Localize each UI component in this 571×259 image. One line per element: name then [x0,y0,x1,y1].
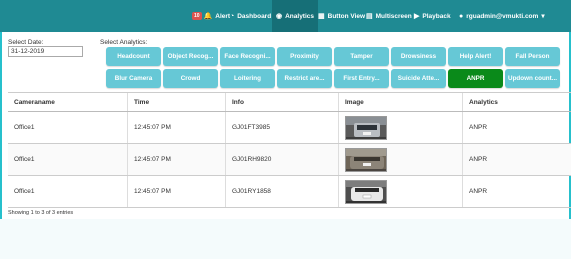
top-navbar: 10 🔔 Alert ◔ Dashboard ◉ Analytics ▦ But… [0,0,571,32]
nav-analytics[interactable]: ◉ Analytics [272,0,319,32]
analytics-button-object-recognition[interactable]: Object Recog... [163,47,218,66]
cell-image [338,176,462,207]
column-header-image[interactable]: Image [338,93,462,111]
date-field[interactable] [8,46,83,57]
analytics-button-tamper[interactable]: Tamper [334,47,389,66]
analytics-button-headcount[interactable]: Headcount [106,47,161,66]
bell-icon: 🔔 [203,12,213,20]
analytics-button-first-entry[interactable]: First Entry... [334,69,389,88]
cell-time: 12:45:07 PM [127,144,225,175]
cell-analytics: ANPR [462,176,571,207]
analytics-button-crowd[interactable]: Crowd [163,69,218,88]
column-header-analytics[interactable]: Analytics [462,93,571,111]
cell-time: 12:45:07 PM [127,176,225,207]
footer-area [0,219,571,259]
nav-button-view[interactable]: ▦ Button View [318,0,365,32]
select-date-label: Select Date: [8,39,44,46]
nav-multiscreen[interactable]: ▤ Multiscreen [366,0,412,32]
nav-analytics-label: Analytics [285,12,315,20]
analytics-button-drowsiness[interactable]: Drowsiness [391,47,446,66]
cell-image [338,144,462,175]
cell-info: GJ01RH9820 [225,144,338,175]
analytics-button-help-alert[interactable]: Help Alert! [448,47,503,66]
nav-user-label: rguadmin@vmukti.com [466,12,539,20]
cell-info: GJ01RY1858 [225,176,338,207]
column-header-info[interactable]: Info [225,93,338,111]
cell-analytics: ANPR [462,144,571,175]
select-analytics-label: Select Analytics: [100,39,148,46]
analytics-button-anpr[interactable]: ANPR [448,69,503,88]
analytics-button-face-recognition[interactable]: Face Recogni... [220,47,275,66]
alert-count-badge: 10 [192,12,202,20]
cell-image [338,112,462,143]
nav-alert[interactable]: 10 🔔 Alert [192,0,230,32]
analytics-button-blur-camera[interactable]: Blur Camera [106,69,161,88]
cell-cameraname: Office1 [14,156,35,163]
play-icon: ▶ [414,12,420,20]
cell-time: 12:45:07 PM [127,112,225,143]
analytics-button-suicide-attempt[interactable]: Suicide Atte... [391,69,446,88]
dashboard-icon: ◔ [230,12,235,20]
nav-button-view-label: Button View [327,12,366,20]
nav-playback[interactable]: ▶ Playback [414,0,451,32]
nav-dashboard-label: Dashboard [237,12,272,20]
grid-icon: ▦ [318,12,325,20]
table-row: Office1 12:45:07 PM GJ01FT3985 ANPR [8,112,571,144]
user-icon: ● [459,12,464,20]
results-table: Cameraname Time Info Image Analytics Off… [8,92,571,208]
cell-cameraname: Office1 [14,124,35,131]
table-row: Office1 12:45:07 PM GJ01RY1858 ANPR [8,176,571,208]
nav-alert-label: Alert [215,12,231,20]
vehicle-thumbnail[interactable] [345,179,387,204]
analytics-button-restrict-area[interactable]: Restrict are... [277,69,332,88]
analytics-button-loitering[interactable]: Loitering [220,69,275,88]
column-header-cameraname[interactable]: Cameraname [8,93,127,111]
vehicle-thumbnail[interactable] [345,115,387,140]
table-row: Office1 12:45:07 PM GJ01RH9820 ANPR [8,144,571,176]
analytics-button-updown-count[interactable]: Updown count... [505,69,560,88]
column-header-time[interactable]: Time [127,93,225,111]
table-entries-info: Showing 1 to 3 of 3 entries [8,210,74,216]
vehicle-thumbnail[interactable] [345,147,387,172]
analytics-button-fall-person[interactable]: Fall Person [505,47,560,66]
nav-user-menu[interactable]: ● rguadmin@vmukti.com ▾ [459,0,545,32]
nav-playback-label: Playback [422,12,451,20]
chevron-down-icon: ▾ [541,13,545,20]
multiscreen-icon: ▤ [366,12,373,20]
nav-multiscreen-label: Multiscreen [375,12,412,20]
cell-cameraname: Office1 [14,188,35,195]
eye-icon: ◉ [276,12,283,20]
nav-dashboard[interactable]: ◔ Dashboard [230,0,271,32]
table-header: Cameraname Time Info Image Analytics [8,93,571,112]
cell-info: GJ01FT3985 [225,112,338,143]
cell-analytics: ANPR [462,112,571,143]
analytics-button-proximity[interactable]: Proximity [277,47,332,66]
